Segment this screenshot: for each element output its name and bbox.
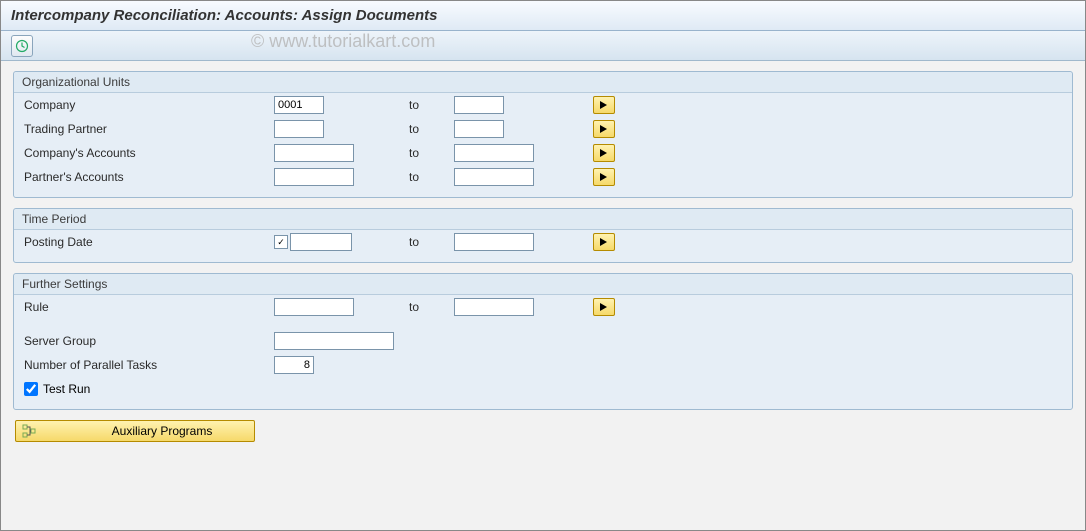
row-rule: Rule to (14, 295, 1072, 319)
to-label: to (409, 98, 454, 112)
row-trading-partner: Trading Partner to (14, 117, 1072, 141)
company-from-input[interactable] (274, 96, 324, 114)
group-title-time: Time Period (14, 209, 1072, 230)
calendar-icon[interactable]: ✓ (274, 235, 288, 249)
arrow-right-icon (599, 124, 609, 134)
trading-multiselect-button[interactable] (593, 120, 615, 138)
row-parallel-tasks: Number of Parallel Tasks (14, 353, 1072, 377)
to-label: to (409, 300, 454, 314)
posting-from-input[interactable] (290, 233, 352, 251)
to-label: to (409, 122, 454, 136)
company-multiselect-button[interactable] (593, 96, 615, 114)
compacc-multiselect-button[interactable] (593, 144, 615, 162)
clock-icon (15, 39, 29, 53)
trading-to-input[interactable] (454, 120, 504, 138)
company-to-input[interactable] (454, 96, 504, 114)
test-run-checkbox[interactable] (24, 382, 38, 396)
app-toolbar (1, 31, 1085, 61)
group-title-further: Further Settings (14, 274, 1072, 295)
row-posting-date: Posting Date ✓ to (14, 230, 1072, 254)
label-test-run: Test Run (43, 382, 90, 396)
arrow-right-icon (599, 172, 609, 182)
label-rule: Rule (24, 300, 274, 314)
label-posting-date: Posting Date (24, 235, 274, 249)
arrow-right-icon (599, 100, 609, 110)
label-company: Company (24, 98, 274, 112)
execute-button[interactable] (11, 35, 33, 57)
row-server-group: Server Group (14, 329, 1072, 353)
group-organizational-units: Organizational Units Company to Trading … (13, 71, 1073, 198)
label-company-accounts: Company's Accounts (24, 146, 274, 160)
test-run-checkbox-wrap[interactable]: Test Run (24, 382, 90, 396)
content-area: Organizational Units Company to Trading … (1, 61, 1085, 454)
trading-from-input[interactable] (274, 120, 324, 138)
posting-multiselect-button[interactable] (593, 233, 615, 251)
row-company-accounts: Company's Accounts to (14, 141, 1072, 165)
arrow-right-icon (599, 148, 609, 158)
auxiliary-programs-button[interactable]: Auxiliary Programs (15, 420, 255, 442)
label-parallel-tasks: Number of Parallel Tasks (24, 358, 274, 372)
rule-from-input[interactable] (274, 298, 354, 316)
group-time-period: Time Period Posting Date ✓ to (13, 208, 1073, 263)
auxiliary-programs-label: Auxiliary Programs (76, 424, 248, 438)
group-further-settings: Further Settings Rule to Server Group Nu… (13, 273, 1073, 410)
compacc-from-input[interactable] (274, 144, 354, 162)
label-partner-accounts: Partner's Accounts (24, 170, 274, 184)
page-title: Intercompany Reconciliation: Accounts: A… (1, 1, 1085, 31)
row-company: Company to (14, 93, 1072, 117)
row-partner-accounts: Partner's Accounts to (14, 165, 1072, 189)
partacc-to-input[interactable] (454, 168, 534, 186)
label-server-group: Server Group (24, 334, 274, 348)
posting-to-input[interactable] (454, 233, 534, 251)
server-group-input[interactable] (274, 332, 394, 350)
to-label: to (409, 146, 454, 160)
partacc-from-input[interactable] (274, 168, 354, 186)
rule-multiselect-button[interactable] (593, 298, 615, 316)
arrow-right-icon (599, 302, 609, 312)
label-trading-partner: Trading Partner (24, 122, 274, 136)
arrow-right-icon (599, 237, 609, 247)
parallel-tasks-input[interactable] (274, 356, 314, 374)
partacc-multiselect-button[interactable] (593, 168, 615, 186)
row-test-run: Test Run (14, 377, 1072, 401)
tree-icon (22, 424, 36, 438)
group-title-org: Organizational Units (14, 72, 1072, 93)
to-label: to (409, 235, 454, 249)
rule-to-input[interactable] (454, 298, 534, 316)
compacc-to-input[interactable] (454, 144, 534, 162)
to-label: to (409, 170, 454, 184)
